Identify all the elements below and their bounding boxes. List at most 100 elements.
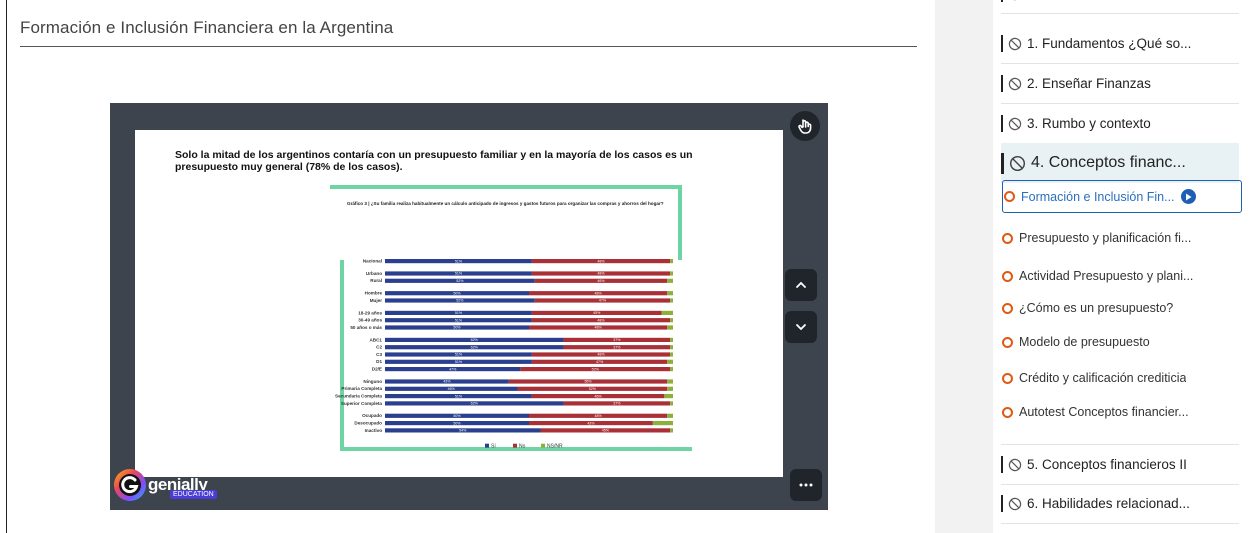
value-label: 37%: [613, 345, 621, 349]
status-ring-icon: [1002, 336, 1013, 348]
status-ring-icon: [1004, 191, 1015, 202]
value-label: 51%: [455, 311, 463, 315]
legend-label: No: [519, 444, 526, 450]
lesson-item-1[interactable]: Formación e Inclusión Fin...: [1002, 180, 1242, 213]
more-options-button[interactable]: [790, 469, 822, 501]
value-label: 48%: [597, 318, 605, 322]
lesson-label: Modelo de presupuesto: [1019, 335, 1150, 349]
item-marker: [1001, 495, 1003, 512]
next-slide-button[interactable]: [785, 311, 817, 343]
value-label: 50%: [453, 421, 461, 425]
more-horizontal-icon: [799, 483, 813, 487]
sidebar-item-label: 6. Habilidades relacionad...: [1027, 496, 1190, 511]
lesson-label: Actividad Presupuesto y plani...: [1019, 269, 1194, 283]
sidebar-item-label: 1. Fundamentos ¿Qué so...: [1027, 36, 1192, 51]
sidebar-section-6[interactable]: 6. Habilidades relacionad...: [1001, 484, 1239, 524]
legend-swatch: [541, 443, 545, 448]
legend-label: Sí: [491, 444, 496, 450]
bar-segment: [670, 345, 673, 350]
legend-swatch: [485, 443, 489, 448]
category-label: ABC1: [369, 337, 382, 342]
value-label: 48%: [597, 272, 605, 276]
sidebar-section-4[interactable]: 4. Conceptos financ...: [1001, 143, 1239, 183]
lesson-item-6[interactable]: Crédito y calificación crediticia: [1001, 359, 1239, 397]
bar-segment: [670, 401, 673, 406]
value-label: 48%: [597, 353, 605, 357]
sidebar-section-5[interactable]: 5. Conceptos financieros II: [1001, 444, 1239, 485]
value-label: 54%: [459, 429, 467, 433]
not-started-icon: [1008, 117, 1022, 130]
lesson-item-7[interactable]: Autotest Conceptos financier...: [1001, 393, 1239, 431]
bar-segment: [667, 379, 673, 384]
category-label: Ocupado: [362, 413, 382, 418]
status-ring-icon: [1002, 406, 1013, 418]
value-label: 46%: [448, 387, 456, 391]
value-label: 47%: [596, 360, 604, 364]
sidebar-section-3[interactable]: 3. Rumbo y contexto: [1001, 104, 1239, 144]
value-label: 48%: [595, 326, 603, 330]
value-label: 48%: [595, 414, 603, 418]
value-label: 48%: [597, 259, 605, 263]
legend-swatch: [513, 443, 517, 448]
sidebar-section-1[interactable]: 1. Fundamentos ¿Qué so...: [1001, 24, 1239, 64]
category-label: Superior Completa: [341, 401, 383, 406]
bar-segment: [661, 310, 673, 315]
value-label: 62%: [471, 338, 479, 342]
value-label: 50%: [453, 291, 461, 295]
chart-svg: Nacional 51% 48% Urbano 51% 48% Rural 52% 46% Hom…: [335, 259, 673, 450]
category-label: Ninguno: [363, 379, 382, 384]
brand-tag: EDUCATION: [170, 490, 217, 499]
value-label: 52%: [589, 387, 597, 391]
content-left-border: [6, 0, 7, 533]
chevron-down-icon: [796, 324, 806, 331]
chevron-up-icon: [796, 281, 806, 288]
bar-segment: [667, 291, 673, 296]
pointer-button[interactable]: [790, 111, 820, 141]
lesson-item-5[interactable]: Modelo de presupuesto: [1001, 323, 1239, 361]
not-started-icon: [1008, 458, 1022, 471]
not-started-icon: [1008, 497, 1022, 510]
value-label: 52%: [592, 367, 600, 371]
value-label: 51%: [455, 353, 463, 357]
category-label: Desocupado: [354, 421, 382, 426]
status-ring-icon: [1002, 302, 1013, 314]
bar-segment: [667, 359, 673, 364]
presentation-viewer[interactable]: Solo la mitad de los argentinos contaría…: [110, 103, 828, 510]
lesson-label: ¿Cómo es un presupuesto?: [1019, 301, 1174, 315]
item-marker: [1001, 75, 1003, 92]
value-label: 62%: [471, 345, 479, 349]
category-label: 30-49 años: [358, 318, 382, 323]
bar-segment: [667, 278, 673, 283]
previous-slide-button[interactable]: [785, 269, 817, 301]
value-label: 47%: [449, 367, 457, 371]
value-label: 51%: [455, 272, 463, 276]
bar-segment: [670, 367, 673, 372]
category-label: Mujer: [370, 298, 382, 303]
genially-logo-icon: [114, 469, 146, 501]
value-label: 51%: [455, 318, 463, 322]
category-label: Primaria Completa: [341, 386, 382, 391]
value-label: 46%: [595, 394, 603, 398]
genially-logo[interactable]: genially EDUCATION: [112, 467, 217, 503]
hand-pointer-icon: [798, 119, 812, 134]
status-ring-icon: [1002, 270, 1013, 282]
value-label: 51%: [455, 259, 463, 263]
category-label: Rural: [370, 278, 382, 283]
category-label: Inactivo: [365, 428, 383, 433]
sidebar-item-partial[interactable]: [1001, 0, 1239, 14]
item-marker: [1001, 0, 1003, 2]
value-label: 55%: [584, 380, 592, 384]
value-label: 51%: [455, 394, 463, 398]
value-label: 51%: [455, 360, 463, 364]
value-label: 43%: [443, 380, 451, 384]
sidebar-item-label: 5. Conceptos financieros II: [1027, 457, 1187, 472]
main-content: Formación e Inclusión Financiera en la A…: [0, 0, 935, 533]
gutter: [935, 0, 993, 533]
item-marker: [1001, 115, 1003, 132]
item-marker: [1001, 35, 1003, 52]
sidebar-section-2[interactable]: 2. Enseñar Finanzas: [1001, 64, 1239, 104]
not-started-icon: [1008, 77, 1022, 90]
category-label: C2: [376, 345, 382, 350]
lesson-item-2[interactable]: Presupuesto y planificación fi...: [1001, 219, 1239, 257]
lesson-item-4[interactable]: ¿Cómo es un presupuesto?: [1001, 289, 1239, 327]
